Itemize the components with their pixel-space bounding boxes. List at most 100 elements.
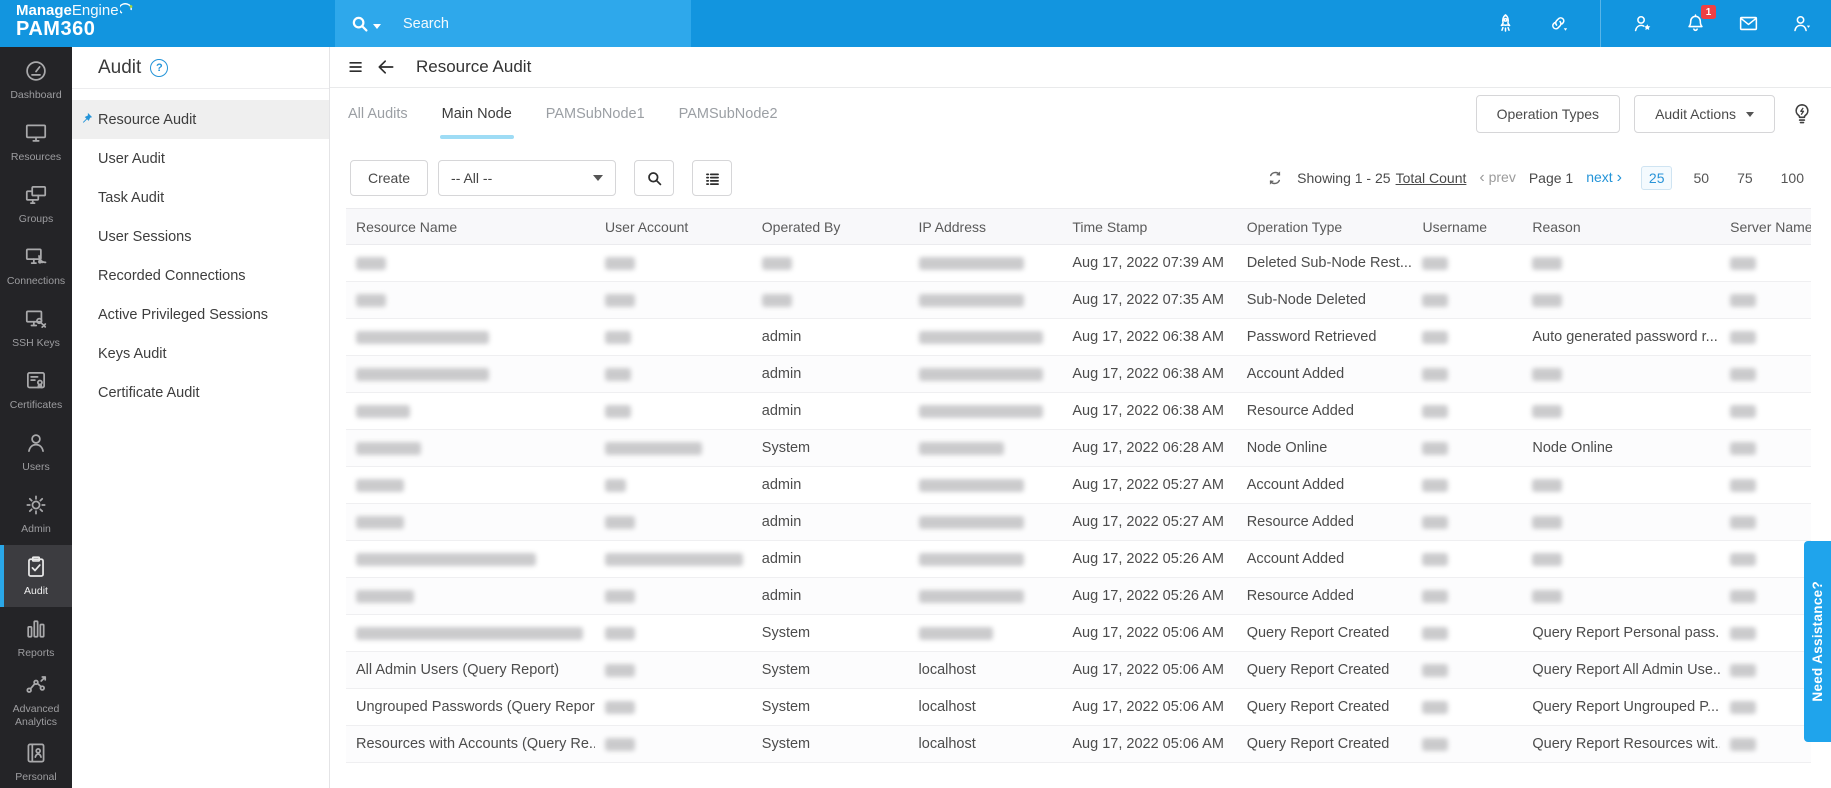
audit-actions-button[interactable]: Audit Actions <box>1634 95 1775 133</box>
help-icon[interactable]: ? <box>150 58 169 77</box>
sidebar-item-admin[interactable]: Admin <box>0 483 72 545</box>
redacted-cell <box>605 589 636 603</box>
brand-swoosh-icon <box>118 3 133 19</box>
page-size-75[interactable]: 75 <box>1730 167 1760 189</box>
cell-operation-type: Query Report Created <box>1236 651 1413 689</box>
cell-operation-type: Resource Added <box>1236 503 1413 541</box>
table-search-button[interactable] <box>634 160 675 196</box>
sidebar-item-connections[interactable]: Connections <box>0 235 72 297</box>
cell-user-account <box>595 318 752 356</box>
connections-icon <box>23 244 49 270</box>
cell-ip-address: localhost <box>908 651 1063 689</box>
sidebar-item-dashboard[interactable]: Dashboard <box>0 49 72 111</box>
page-size-50[interactable]: 50 <box>1686 167 1716 189</box>
cell-ip-address: localhost <box>908 725 1063 763</box>
notification-badge: 1 <box>1701 5 1716 19</box>
submenu-item-label: Active Privileged Sessions <box>98 306 269 323</box>
page-size-100[interactable]: 100 <box>1774 167 1811 189</box>
redacted-cell <box>356 589 414 603</box>
next-page-button[interactable]: next › <box>1586 169 1622 187</box>
search-scope-caret-icon[interactable] <box>373 24 381 29</box>
collapse-menu-icon[interactable] <box>346 57 366 77</box>
toolbar-left: Create -- All -- <box>350 160 733 196</box>
submenu-item-user-audit[interactable]: User Audit <box>72 139 329 178</box>
submenu-item-resource-audit[interactable]: Resource Audit <box>72 100 329 139</box>
total-count-link[interactable]: Total Count <box>1396 170 1467 186</box>
sidebar-item-advanced-analytics[interactable]: Advanced Analytics <box>0 669 72 731</box>
cell-ip-address <box>908 503 1063 541</box>
link-icon[interactable] <box>1547 12 1570 35</box>
submenu-item-active-privileged-sessions[interactable]: Active Privileged Sessions <box>72 295 329 334</box>
search-icon[interactable] <box>349 13 371 35</box>
search-input[interactable] <box>403 15 643 32</box>
cell-reason <box>1522 355 1721 393</box>
sidebar-item-reports[interactable]: Reports <box>0 607 72 669</box>
mail-icon[interactable] <box>1737 12 1760 35</box>
sidebar-item-label: Personal <box>15 771 57 784</box>
sidebar-item-groups[interactable]: Groups <box>0 173 72 235</box>
tips-bulb-icon[interactable] <box>1789 101 1815 127</box>
cell-text: Query Report All Admin Use... <box>1532 662 1721 678</box>
cell-text: admin <box>761 551 802 567</box>
create-button[interactable]: Create <box>350 160 429 196</box>
submenu-item-certificate-audit[interactable]: Certificate Audit <box>72 373 329 412</box>
cell-text: Deleted Sub-Node Rest... <box>1246 255 1412 271</box>
table-row: admin Aug 17, 2022 06:38 AM Resource Added <box>346 392 1811 430</box>
next-label: next <box>1586 169 1613 185</box>
cell-server-name <box>1720 725 1811 763</box>
table-row: System Aug 17, 2022 06:28 AM Node Online No… <box>346 429 1811 467</box>
redacted-cell <box>356 367 489 381</box>
submenu-item-recorded-connections[interactable]: Recorded Connections <box>72 256 329 295</box>
sidebar-item-personal[interactable]: Personal <box>0 731 72 788</box>
cell-resource-name <box>346 318 596 356</box>
user-profile-icon[interactable] <box>1790 12 1813 35</box>
back-arrow-icon[interactable] <box>376 57 396 77</box>
cell-time-stamp: Aug 17, 2022 07:39 AM <box>1062 244 1237 282</box>
brand-manageengine: ManageEngine <box>16 3 133 19</box>
cell-text: localhost <box>918 699 976 715</box>
global-search-bar[interactable] <box>335 0 691 47</box>
rocket-icon[interactable] <box>1494 12 1517 35</box>
cell-server-name <box>1720 540 1811 578</box>
column-header-operation-type: Operation Type <box>1236 208 1413 245</box>
redacted-cell <box>1422 589 1449 603</box>
submenu-item-task-audit[interactable]: Task Audit <box>72 178 329 217</box>
need-assistance-tab[interactable]: Need Assistance? <box>1804 541 1831 742</box>
table-row: admin Aug 17, 2022 05:26 AM Resource Added <box>346 577 1811 615</box>
cell-username <box>1412 281 1523 319</box>
sidebar-item-audit[interactable]: Audit <box>0 545 72 607</box>
sidebar-item-label: SSH Keys <box>12 337 60 350</box>
sidebar-item-users[interactable]: Users <box>0 421 72 483</box>
cell-reason <box>1522 540 1721 578</box>
tab-main-node[interactable]: Main Node <box>439 88 514 140</box>
user-star-icon[interactable] <box>1631 12 1654 35</box>
sidebar-item-resources[interactable]: Resources <box>0 111 72 173</box>
redacted-cell <box>761 256 792 270</box>
sidebar-item-ssh-keys[interactable]: SSH Keys <box>0 297 72 359</box>
tab-all-audits[interactable]: All Audits <box>346 88 410 140</box>
cell-user-account <box>595 688 752 726</box>
submenu-item-label: Task Audit <box>98 189 165 206</box>
redacted-cell <box>356 552 536 566</box>
filter-select[interactable]: -- All -- <box>438 160 617 196</box>
table-row: All Admin Users (Query Report) System loca… <box>346 651 1811 689</box>
cell-ip-address <box>908 392 1063 430</box>
tab-pamsubnode1[interactable]: PAMSubNode1 <box>544 88 647 140</box>
operation-types-button[interactable]: Operation Types <box>1475 95 1621 133</box>
refresh-icon[interactable] <box>1266 169 1284 187</box>
cell-text: Aug 17, 2022 05:26 AM <box>1072 551 1224 567</box>
column-chooser-button[interactable] <box>692 160 733 196</box>
submenu-item-keys-audit[interactable]: Keys Audit <box>72 334 329 373</box>
tab-pamsubnode2[interactable]: PAMSubNode2 <box>677 88 780 140</box>
chevron-down-icon <box>1746 111 1754 117</box>
submenu-item-user-sessions[interactable]: User Sessions <box>72 217 329 256</box>
cell-username <box>1412 577 1523 615</box>
cell-operation-type: Account Added <box>1236 540 1413 578</box>
cell-server-name <box>1720 281 1811 319</box>
page-size-25[interactable]: 25 <box>1640 166 1673 190</box>
sidebar-item-certificates[interactable]: Certificates <box>0 359 72 421</box>
column-header-user-account: User Account <box>595 208 752 245</box>
cell-time-stamp: Aug 17, 2022 05:06 AM <box>1062 688 1237 726</box>
prev-page-button[interactable]: ‹ prev <box>1479 169 1515 187</box>
bell-icon[interactable]: 1 <box>1684 5 1716 35</box>
